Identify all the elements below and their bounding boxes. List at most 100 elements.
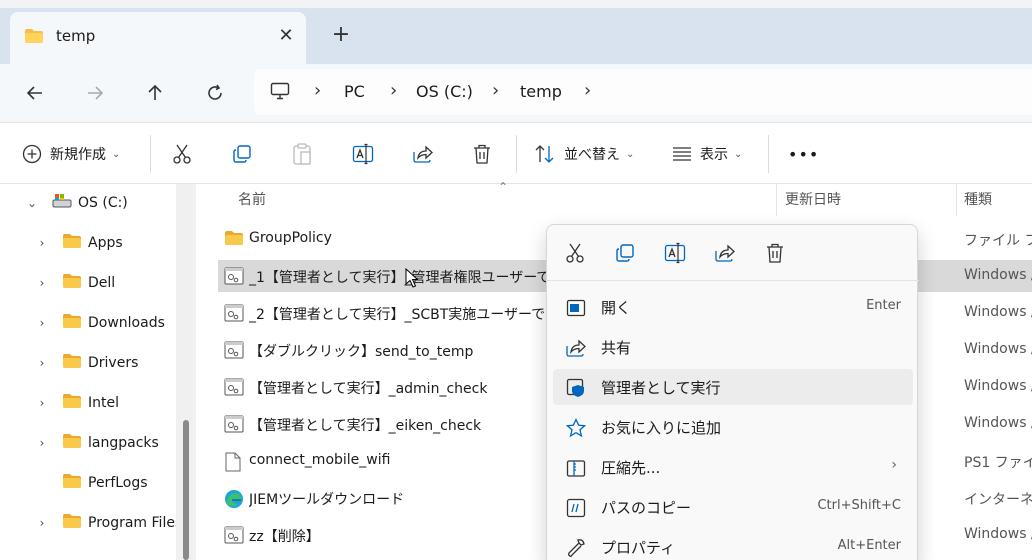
chevron-right-icon[interactable]: ›	[34, 516, 50, 530]
context-cut-button[interactable]	[561, 239, 589, 267]
refresh-icon[interactable]	[198, 76, 232, 110]
address-bar[interactable]: › PC › OS (C:) › temp ›	[254, 69, 1032, 115]
file-name: _2【管理者として実行】_SCBT実施ユーザーで実行	[249, 307, 549, 323]
file-type: Windows /	[964, 378, 1032, 394]
file-name: JIEMツールダウンロード	[249, 492, 405, 508]
sort-caret-icon: ⌃	[498, 180, 509, 194]
context-menu-item-label: 管理者として実行	[601, 379, 721, 397]
context-share-button[interactable]	[711, 239, 739, 267]
context-menu-item-label: お気に入りに追加	[601, 419, 722, 437]
rename-icon	[664, 242, 686, 264]
folder-icon	[224, 230, 244, 250]
chevron-down-icon[interactable]: ⌄	[24, 196, 40, 210]
sidebar-item-dell[interactable]: › Dell	[34, 268, 115, 298]
file-type: PS1 ファイル	[964, 455, 1032, 471]
column-divider[interactable]	[956, 184, 957, 216]
back-icon[interactable]	[18, 76, 52, 110]
close-tab-icon[interactable]: ✕	[274, 24, 298, 48]
sidebar-item-drivers[interactable]: › Drivers	[34, 348, 138, 378]
context-menu-shortcut: Enter	[866, 298, 901, 313]
paste-button[interactable]	[292, 137, 312, 171]
context-rename-button[interactable]	[661, 239, 689, 267]
context-menu-item[interactable]: 開く Enter	[553, 289, 913, 325]
folder-icon	[62, 233, 82, 253]
tab-title: temp	[56, 27, 96, 45]
context-delete-button[interactable]	[761, 239, 789, 267]
monitor-icon	[270, 82, 290, 104]
column-header-type[interactable]: 種類	[964, 184, 992, 216]
divider	[150, 135, 151, 173]
view-button-label: 表示	[700, 147, 728, 163]
sidebar-scrollbar-thumb[interactable]	[183, 420, 189, 560]
breadcrumb-drive[interactable]: OS (C:)	[416, 82, 473, 101]
file-name: 【管理者として実行】_admin_check	[249, 381, 488, 397]
sidebar-item-program-files[interactable]: › Program Files	[34, 508, 182, 538]
script-file-icon	[224, 341, 244, 363]
breadcrumb-pc[interactable]: PC	[344, 82, 365, 101]
share-icon	[715, 244, 735, 262]
sidebar-item-perflogs[interactable]: PerfLogs	[34, 468, 148, 498]
file-name: 【管理者として実行】_eiken_check	[249, 418, 482, 434]
sidebar-item-label: Apps	[88, 235, 123, 251]
sidebar-item-intel[interactable]: › Intel	[34, 388, 119, 418]
file-type: Windows /	[964, 415, 1032, 431]
chevron-right-icon[interactable]: ›	[34, 356, 50, 370]
chevron-right-icon[interactable]: ›	[34, 396, 50, 410]
copy-icon	[233, 145, 251, 163]
more-options-button[interactable]: •••	[788, 137, 819, 171]
up-icon[interactable]	[138, 76, 172, 110]
tab-temp[interactable]: temp ✕	[10, 12, 306, 64]
new-button[interactable]: 新規作成 ⌄	[22, 137, 120, 171]
sort-button[interactable]: 並べ替え ⌄	[534, 137, 634, 171]
chevron-right-icon[interactable]: ›	[34, 316, 50, 330]
chevron-down-icon: ⌄	[734, 148, 743, 160]
context-menu-item[interactable]: 圧縮先... ›	[553, 449, 913, 485]
context-menu-item[interactable]: 共有	[553, 329, 913, 365]
sidebar-item-apps[interactable]: › Apps	[34, 228, 123, 258]
new-tab-icon[interactable]: +	[326, 20, 356, 50]
divider	[516, 135, 517, 173]
script-file-icon	[224, 304, 244, 326]
context-menu-item[interactable]: パスのコピー Ctrl+Shift+C	[553, 489, 913, 525]
context-menu-item-label: 共有	[601, 339, 632, 357]
file-name: _1【管理者として実行】_管理者権限ユーザーで実	[249, 270, 549, 286]
trash-icon	[474, 144, 490, 164]
copy-icon	[616, 244, 634, 262]
folder-icon	[62, 393, 82, 413]
forward-icon[interactable]	[78, 76, 112, 110]
trash-icon	[767, 243, 783, 263]
file-icon	[224, 452, 242, 476]
sidebar-item-label: langpacks	[88, 435, 159, 451]
column-header-date[interactable]: 更新日時	[785, 184, 841, 216]
navigation-bar: › PC › OS (C:) › temp ›	[0, 64, 1032, 122]
scissors-icon	[173, 144, 191, 164]
sidebar-item-langpacks[interactable]: › langpacks	[34, 428, 159, 458]
star-icon	[565, 417, 587, 439]
script-file-icon	[224, 378, 244, 400]
view-list-icon	[673, 147, 691, 161]
shield-icon	[565, 377, 587, 399]
copy-button[interactable]	[232, 137, 252, 171]
rename-button[interactable]	[352, 137, 374, 171]
view-button[interactable]: 表示 ⌄	[672, 137, 742, 171]
chevron-right-icon[interactable]: ›	[34, 436, 50, 450]
breadcrumb-chevron-icon: ›	[492, 80, 500, 101]
cut-button[interactable]	[172, 137, 192, 171]
title-bar-edge	[0, 0, 1032, 8]
wrench-icon	[565, 537, 587, 559]
context-menu-item[interactable]: 管理者として実行	[553, 369, 913, 405]
sidebar-item-downloads[interactable]: › Downloads	[34, 308, 165, 338]
breadcrumb-temp[interactable]: temp	[520, 82, 562, 101]
chevron-right-icon[interactable]: ›	[34, 276, 50, 290]
column-header-name[interactable]: 名前	[238, 184, 266, 216]
share-button[interactable]	[412, 137, 434, 171]
delete-button[interactable]	[472, 137, 492, 171]
context-menu-item[interactable]: お気に入りに追加	[553, 409, 913, 445]
context-menu-item[interactable]: プロパティ Alt+Enter	[553, 529, 913, 560]
column-divider[interactable]	[776, 184, 777, 216]
chevron-right-icon: ›	[891, 457, 897, 473]
context-copy-button[interactable]	[611, 239, 639, 267]
sidebar-item-drive[interactable]: ⌄ OS (C:)	[24, 188, 128, 218]
chevron-right-icon[interactable]: ›	[34, 236, 50, 250]
context-menu: 開く Enter 共有管理者として実行 お気に入りに追加圧縮先... › パスのコピー Ct…	[546, 224, 919, 560]
